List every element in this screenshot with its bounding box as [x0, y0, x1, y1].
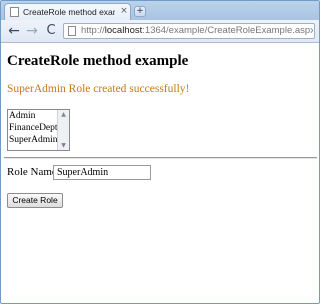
role-name-label: Role Name [7, 166, 57, 178]
page-favicon-icon [10, 7, 19, 17]
forward-arrow-icon[interactable]: → [24, 22, 40, 40]
scroll-up-icon[interactable]: ▲ [58, 110, 69, 119]
back-arrow-icon[interactable]: ← [6, 22, 22, 40]
browser-window: CreateRole method exampl… × + ← → C http… [0, 0, 320, 304]
page-content: CreateRole method example SuperAdmin Rol… [1, 43, 319, 303]
divider [4, 157, 317, 159]
roles-list: Admin FinanceDept SuperAdmin [9, 110, 58, 146]
reload-icon[interactable]: C [43, 22, 59, 40]
url-scheme: http:// [81, 25, 105, 36]
status-message: SuperAdmin Role created successfully! [7, 83, 190, 95]
listbox-scrollbar[interactable]: ▲ ▼ [57, 110, 69, 150]
list-item[interactable]: FinanceDept [9, 122, 58, 134]
url-host: localhost [104, 25, 143, 36]
list-item[interactable]: Admin [9, 110, 58, 122]
url-path: :1364/example/CreateRoleExample.aspx [142, 25, 313, 36]
url-text[interactable]: http://localhost:1364/example/CreateRole… [81, 24, 313, 38]
page-title: CreateRole method example [7, 53, 189, 69]
browser-toolbar: ← → C http://localhost:1364/example/Crea… [1, 20, 319, 43]
tab-strip: CreateRole method exampl… × + [1, 1, 319, 20]
roles-listbox[interactable]: Admin FinanceDept SuperAdmin ▲ ▼ [7, 109, 70, 151]
close-tab-icon[interactable]: × [119, 5, 129, 18]
create-role-button[interactable]: Create Role [7, 193, 63, 208]
page-icon [68, 26, 76, 36]
list-item[interactable]: SuperAdmin [9, 134, 58, 146]
role-name-input[interactable] [53, 165, 151, 180]
new-tab-button[interactable]: + [134, 6, 146, 17]
address-bar[interactable]: http://localhost:1364/example/CreateRole… [63, 23, 315, 39]
browser-tab[interactable]: CreateRole method exampl… × [4, 3, 131, 20]
scroll-down-icon[interactable]: ▼ [58, 141, 69, 150]
tab-title[interactable]: CreateRole method exampl… [23, 6, 115, 19]
